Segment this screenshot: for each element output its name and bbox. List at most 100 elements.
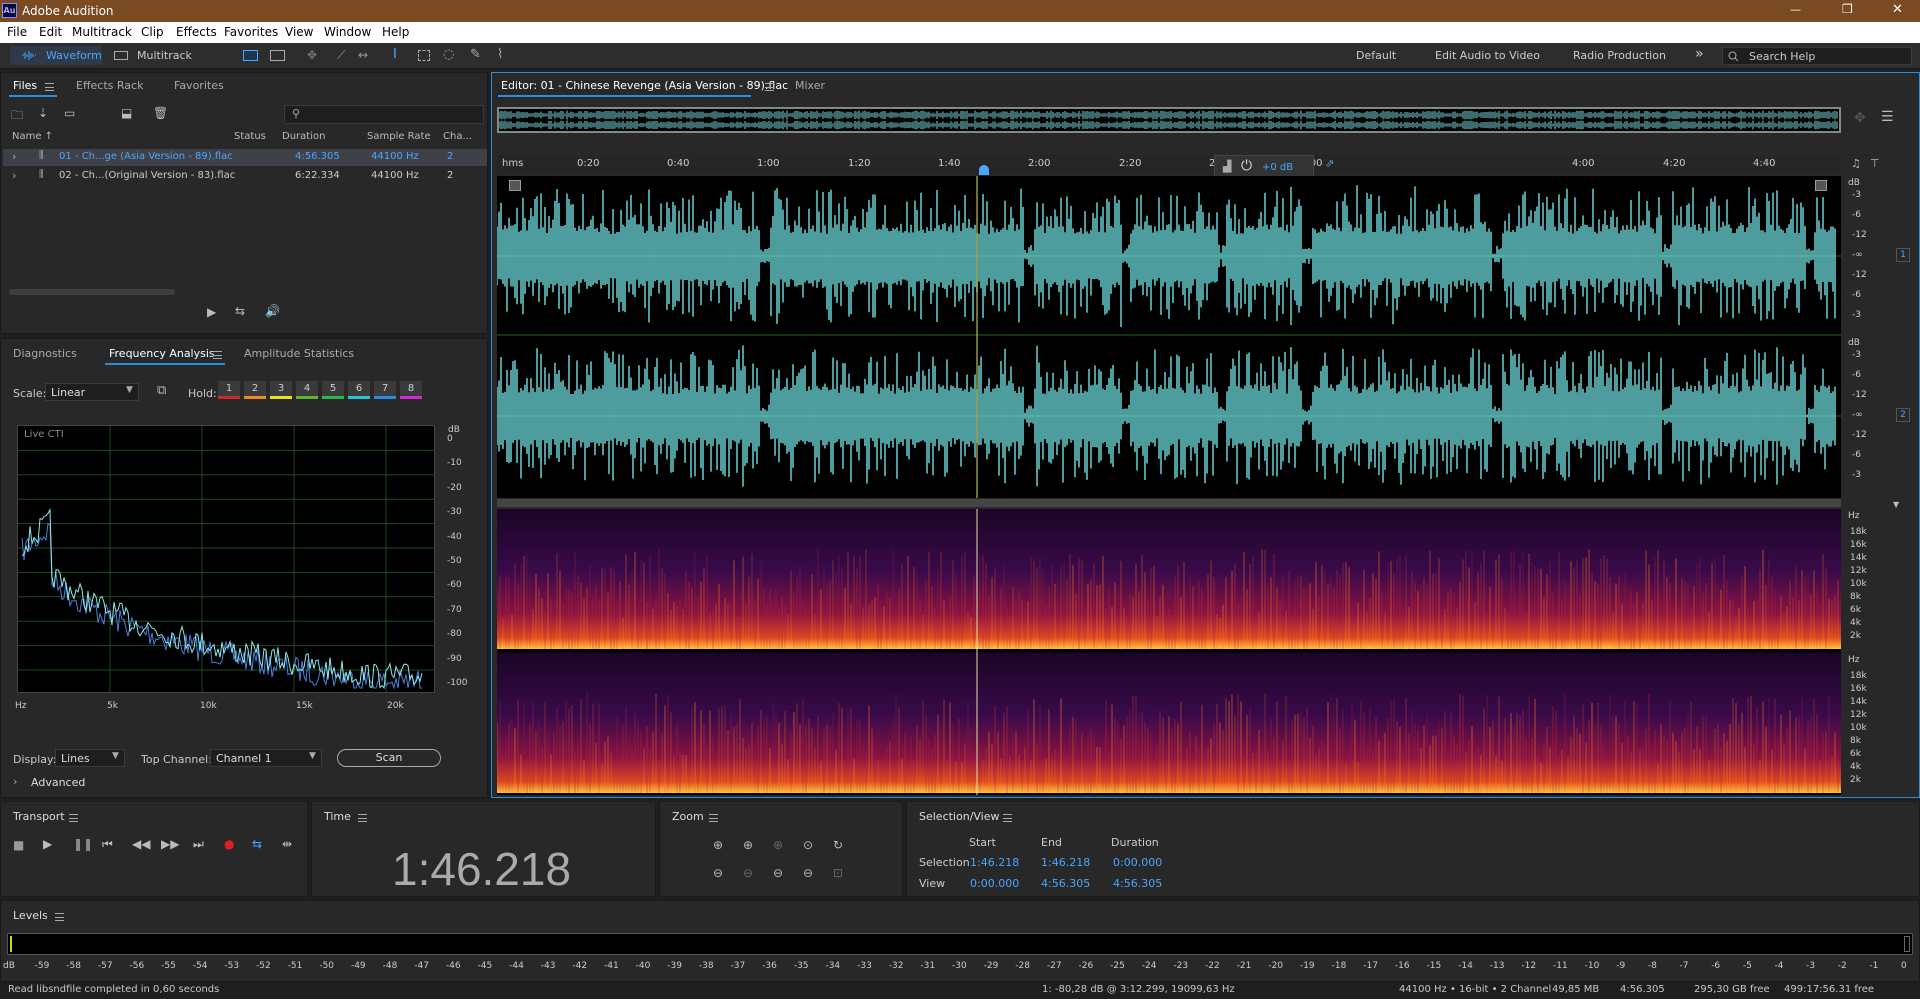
loop-playback-icon[interactable]: ⇆ <box>252 837 262 851</box>
menu-file[interactable]: File <box>7 25 27 39</box>
overview-navigator[interactable] <box>497 107 1841 133</box>
column-status[interactable]: Status <box>234 131 266 142</box>
menu-window[interactable]: Window <box>324 25 371 39</box>
insert-into-multitrack-icon[interactable]: ⬓ <box>121 106 132 120</box>
channel-badge[interactable]: 1 <box>1896 248 1910 262</box>
auto-play-icon[interactable]: 🔊 <box>265 304 280 318</box>
waveform-spectral-divider[interactable] <box>497 499 1841 507</box>
workspace-default[interactable]: Default <box>1356 49 1396 62</box>
selection-end[interactable]: 1:46.218 <box>1041 856 1090 869</box>
column-channels[interactable]: Cha... <box>443 131 472 142</box>
menu-clip[interactable]: Clip <box>141 25 164 39</box>
brush-tool-icon[interactable]: ✎ <box>470 47 481 62</box>
files-panel-menu-icon[interactable] <box>45 83 54 91</box>
hold-button-8[interactable]: 8 <box>400 381 422 399</box>
zoom-selection-icon[interactable]: ⊕ <box>773 838 783 852</box>
move-tool-icon[interactable]: ✥ <box>307 48 317 62</box>
close-file-icon[interactable]: 🗑 <box>153 106 168 120</box>
zoom-out-amplitude-icon[interactable]: ⊖ <box>713 866 723 880</box>
snap-icon[interactable]: ⇗ <box>1325 157 1334 170</box>
selection-duration[interactable]: 0:00.000 <box>1113 856 1162 869</box>
hold-button-4[interactable]: 4 <box>296 381 318 399</box>
advanced-label[interactable]: Advanced <box>31 776 85 789</box>
time-menu-icon[interactable] <box>358 814 367 822</box>
tab-effects-rack[interactable]: Effects Rack <box>76 79 143 92</box>
column-name[interactable]: Name ↑ <box>12 131 53 142</box>
view-start[interactable]: 0:00.000 <box>970 877 1019 890</box>
channel-badge[interactable]: 2 <box>1896 408 1910 422</box>
zoom-out-selection-icon[interactable]: ⊖ <box>773 866 783 880</box>
tab-amplitude-statistics[interactable]: Amplitude Statistics <box>244 347 354 360</box>
editor-panel-menu-icon[interactable] <box>765 83 774 91</box>
new-file-icon[interactable]: ▭ <box>64 106 75 120</box>
fade-out-handle-icon[interactable] <box>1815 180 1827 191</box>
hold-button-3[interactable]: 3 <box>270 381 292 399</box>
menu-favorites[interactable]: Favorites <box>224 25 278 39</box>
hold-button-2[interactable]: 2 <box>244 381 266 399</box>
clip-indicator[interactable] <box>1904 936 1910 952</box>
time-selection-tool-icon[interactable]: I <box>393 47 397 62</box>
hold-button-5[interactable]: 5 <box>322 381 344 399</box>
display-select[interactable]: Lines ▼ <box>55 749 125 767</box>
spectral-display-icon[interactable] <box>243 50 258 61</box>
tab-mixer[interactable]: Mixer <box>795 79 825 92</box>
menu-help[interactable]: Help <box>382 25 409 39</box>
freeze-graph-icon[interactable]: ⧉ <box>157 383 166 398</box>
spot-healing-tool-icon[interactable]: ⌇ <box>497 47 503 62</box>
column-duration[interactable]: Duration <box>282 131 325 142</box>
files-search-field[interactable]: ⚲ <box>284 105 484 124</box>
analysis-panel-menu-icon[interactable] <box>213 351 222 359</box>
expand-arrow-icon[interactable]: › <box>12 150 16 163</box>
multitrack-view-button[interactable]: Multitrack <box>110 46 202 65</box>
tab-diagnostics[interactable]: Diagnostics <box>13 347 77 360</box>
table-row[interactable]: › ⫼ 02 - Ch...(Original Version - 83).fl… <box>3 168 487 185</box>
zoom-in-time-icon[interactable]: ⊕ <box>743 838 753 852</box>
pitch-display-icon[interactable] <box>270 50 285 61</box>
fast-forward-icon[interactable]: ▶▶ <box>161 837 179 851</box>
collapse-icon[interactable]: ▼ <box>1893 500 1899 509</box>
close-button[interactable]: ✕ <box>1892 2 1903 17</box>
hold-button-6[interactable]: 6 <box>348 381 370 399</box>
previous-icon[interactable]: ⏮ <box>102 837 113 852</box>
headphones-icon[interactable]: ♫ <box>1851 157 1861 170</box>
scale-select[interactable]: Linear ▼ <box>45 383 139 401</box>
search-help-field[interactable]: Search Help <box>1722 47 1912 65</box>
zoom-reset-icon[interactable]: ↻ <box>833 838 843 852</box>
slip-tool-icon[interactable]: ↔ <box>358 48 368 62</box>
tab-favorites[interactable]: Favorites <box>174 79 224 92</box>
pin-icon[interactable]: ⊤ <box>1870 157 1880 170</box>
hold-button-1[interactable]: 1 <box>218 381 240 399</box>
minimize-button[interactable]: — <box>1790 3 1801 16</box>
table-row[interactable]: › ⫼ 01 - Ch...ge (Asia Version - 89).fla… <box>3 149 487 166</box>
workspace-radio-production[interactable]: Radio Production <box>1573 49 1666 62</box>
workspaces-more-button[interactable]: » <box>1695 46 1704 62</box>
time-ruler[interactable]: hms 0:200:401:001:201:402:002:202:403:00… <box>497 155 1841 175</box>
stop-icon[interactable]: ■ <box>13 838 24 852</box>
skip-selection-icon[interactable]: ⇹ <box>282 837 292 851</box>
selection-start[interactable]: 1:46.218 <box>970 856 1019 869</box>
top-channel-select[interactable]: Channel 1 ▼ <box>210 749 322 767</box>
gain-knob-icon[interactable]: ⏻ <box>1241 158 1252 174</box>
levels-menu-icon[interactable] <box>55 913 64 921</box>
zoom-out-full-icon[interactable]: ⊖ <box>803 866 813 880</box>
panel-layout-icon[interactable]: ☰ <box>1881 109 1894 125</box>
open-file-icon[interactable]: 🗀 <box>11 106 23 127</box>
zoom-to-fit-icon[interactable]: ⊡ <box>833 866 843 880</box>
rewind-icon[interactable]: ◀◀ <box>132 837 150 851</box>
files-scrollbar[interactable] <box>9 289 175 295</box>
view-duration[interactable]: 4:56.305 <box>1113 877 1162 890</box>
play-icon[interactable]: ▶ <box>43 837 52 851</box>
next-icon[interactable]: ⏭ <box>193 837 204 852</box>
tab-files[interactable]: Files <box>13 79 37 92</box>
waveform-display[interactable] <box>497 176 1841 498</box>
preview-play-icon[interactable]: ▶ <box>207 305 216 319</box>
transport-menu-icon[interactable] <box>69 814 78 822</box>
lasso-tool-icon[interactable]: ◌ <box>443 47 454 62</box>
maximize-button[interactable]: ❐ <box>1842 2 1853 16</box>
advanced-expand-icon[interactable]: › <box>13 775 17 788</box>
pause-icon[interactable]: ❚❚ <box>73 837 93 851</box>
preview-loop-icon[interactable]: ⇆ <box>235 304 245 318</box>
hold-button-7[interactable]: 7 <box>374 381 396 399</box>
fade-in-handle-icon[interactable] <box>509 180 521 191</box>
menu-edit[interactable]: Edit <box>39 25 62 39</box>
